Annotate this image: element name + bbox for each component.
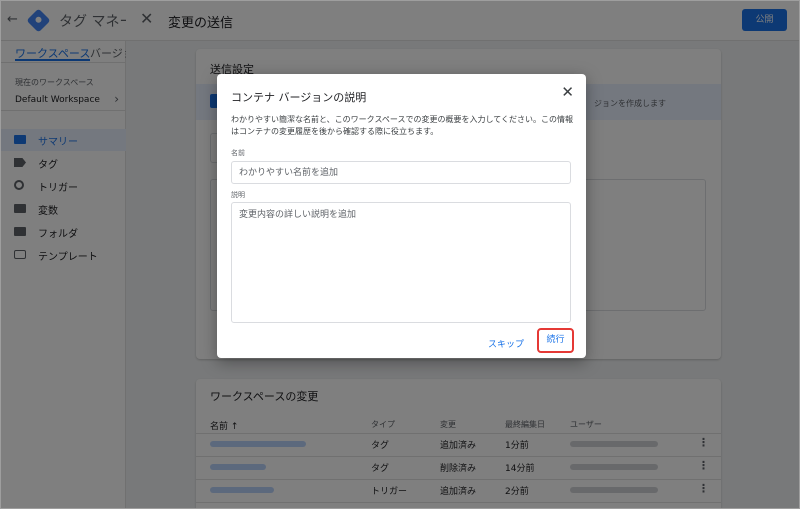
dialog-title: コンテナ バージョンの説明 xyxy=(231,91,367,104)
skip-button[interactable]: スキップ xyxy=(488,337,524,350)
version-name-input[interactable] xyxy=(231,161,571,184)
name-field-label: 名前 xyxy=(231,149,245,157)
version-description-textarea[interactable] xyxy=(231,202,571,323)
dialog-description: わかりやすい簡潔な名前と、このワークスペースでの変更の概要を入力してください。こ… xyxy=(231,115,573,136)
close-icon[interactable]: ✕ xyxy=(561,83,574,101)
version-description-dialog: コンテナ バージョンの説明 ✕ わかりやすい簡潔な名前と、このワークスペースでの… xyxy=(217,74,586,358)
window-frame: ← タグ マネー ワークスペース バージョ 現在のワークスペース Default… xyxy=(0,0,800,509)
continue-button[interactable]: 続行 xyxy=(537,328,574,353)
description-field-label: 説明 xyxy=(231,191,245,199)
